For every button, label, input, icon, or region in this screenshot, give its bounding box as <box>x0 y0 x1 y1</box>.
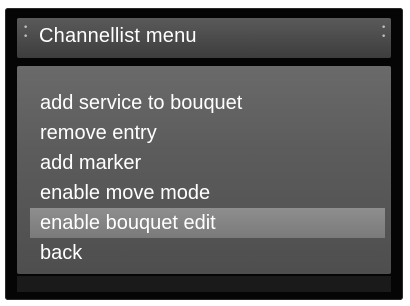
channellist-menu-window: • • Channellist menu • • add service to bo… <box>5 8 403 300</box>
menu-item-remove-entry[interactable]: remove entry <box>17 118 391 148</box>
menu-item-enable-move-mode[interactable]: enable move mode <box>17 178 391 208</box>
title-bar-dots-left: • • <box>23 23 29 42</box>
menu-item-enable-bouquet-edit[interactable]: enable bouquet edit <box>30 208 385 238</box>
menu-title: Channellist menu <box>39 25 197 47</box>
menu-item-back[interactable]: back <box>17 238 391 268</box>
title-bar: • • Channellist menu • • <box>17 18 391 58</box>
menu-panel: add service to bouquet remove entry add … <box>17 66 391 274</box>
menu-list: add service to bouquet remove entry add … <box>17 88 391 268</box>
menu-item-add-marker[interactable]: add marker <box>17 148 391 178</box>
menu-item-add-service-to-bouquet[interactable]: add service to bouquet <box>17 88 391 118</box>
bottom-strip <box>17 276 391 292</box>
title-bar-dots-right: • • <box>381 23 387 42</box>
